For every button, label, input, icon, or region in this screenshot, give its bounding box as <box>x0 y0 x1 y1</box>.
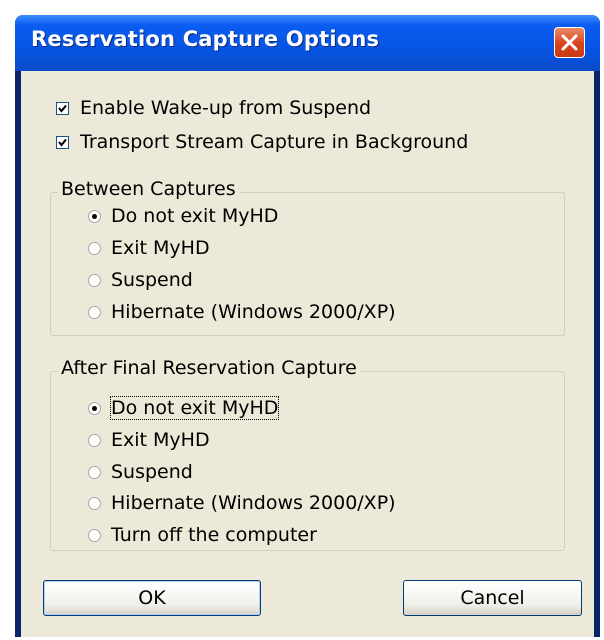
radio-label: Exit MyHD <box>111 429 210 451</box>
between-option-exit[interactable]: Exit MyHD <box>88 237 210 259</box>
radio-label: Do not exit MyHD <box>111 205 279 227</box>
between-option-hibernate[interactable]: Hibernate (Windows 2000/XP) <box>88 301 396 323</box>
wakeup-checkbox[interactable] <box>56 101 69 115</box>
window-title: Reservation Capture Options <box>31 27 380 51</box>
after-option-turn-off[interactable]: Turn off the computer <box>88 524 317 546</box>
ok-button[interactable]: OK <box>43 580 261 616</box>
dialog-body: Enable Wake-up from Suspend Transport St… <box>21 71 594 637</box>
radio-button[interactable] <box>88 273 101 287</box>
radio-button[interactable] <box>88 401 101 415</box>
radio-button[interactable] <box>88 209 101 223</box>
radio-label: Suspend <box>111 461 193 483</box>
wakeup-option[interactable]: Enable Wake-up from Suspend <box>56 97 371 119</box>
after-final-capture-title: After Final Reservation Capture <box>58 357 360 379</box>
background-label: Transport Stream Capture in Background <box>80 131 469 153</box>
dialog-window: Reservation Capture Options Enable Wake-… <box>15 15 600 637</box>
radio-label: Exit MyHD <box>111 237 210 259</box>
close-button[interactable] <box>554 27 585 58</box>
between-captures-title: Between Captures <box>58 178 239 200</box>
radio-label: Suspend <box>111 269 193 291</box>
radio-button[interactable] <box>88 241 101 255</box>
between-option-suspend[interactable]: Suspend <box>88 269 193 291</box>
background-option[interactable]: Transport Stream Capture in Background <box>56 131 468 153</box>
checkmark-icon <box>58 138 67 147</box>
after-option-hibernate[interactable]: Hibernate (Windows 2000/XP) <box>88 492 396 514</box>
wakeup-label: Enable Wake-up from Suspend <box>80 97 372 119</box>
radio-button[interactable] <box>88 305 101 319</box>
radio-button[interactable] <box>88 465 101 479</box>
background-checkbox[interactable] <box>56 135 69 149</box>
cancel-button[interactable]: Cancel <box>403 580 582 616</box>
radio-button[interactable] <box>88 496 101 510</box>
radio-label: Do not exit MyHD <box>109 396 280 420</box>
close-icon <box>561 34 578 51</box>
checkmark-icon <box>58 104 67 113</box>
radio-button[interactable] <box>88 433 101 447</box>
between-option-do-not-exit[interactable]: Do not exit MyHD <box>88 205 278 227</box>
radio-button[interactable] <box>88 528 101 542</box>
after-option-do-not-exit[interactable]: Do not exit MyHD <box>88 396 280 420</box>
radio-label: Hibernate (Windows 2000/XP) <box>111 492 396 514</box>
title-bar[interactable]: Reservation Capture Options <box>15 15 600 71</box>
after-option-exit[interactable]: Exit MyHD <box>88 429 210 451</box>
radio-label: Hibernate (Windows 2000/XP) <box>111 301 396 323</box>
after-option-suspend[interactable]: Suspend <box>88 461 193 483</box>
radio-label: Turn off the computer <box>111 524 317 546</box>
